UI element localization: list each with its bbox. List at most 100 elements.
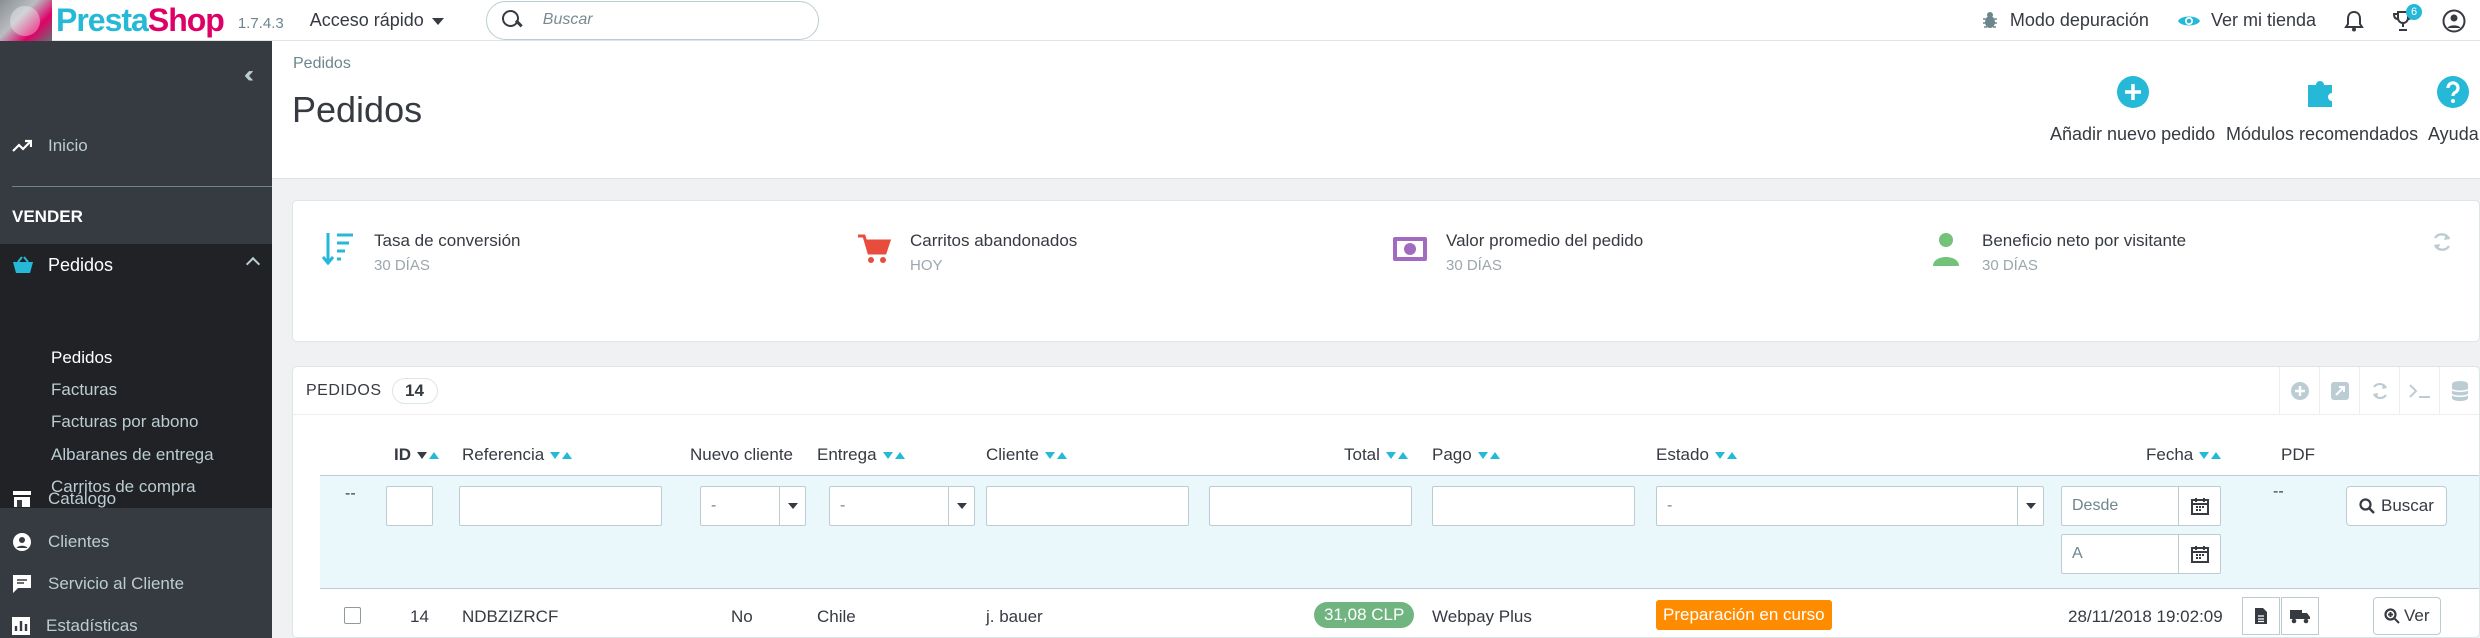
kpi-average-order[interactable]: Valor promedio del pedido 30 DÍAS bbox=[1392, 231, 1643, 274]
filter-id-input[interactable] bbox=[386, 486, 433, 526]
filter-date-from-input[interactable]: Desde bbox=[2061, 486, 2221, 526]
truck-icon bbox=[2290, 610, 2310, 624]
column-header-pdf: PDF bbox=[2281, 445, 2315, 465]
sidebar-item-catalogo[interactable]: Catálogo bbox=[0, 479, 272, 519]
status-badge[interactable]: Preparación en curso bbox=[1656, 600, 1832, 630]
refresh-list-icon[interactable] bbox=[2359, 367, 2399, 415]
sort-icon[interactable] bbox=[2199, 451, 2222, 459]
sidebar-item-label: Estadísticas bbox=[46, 616, 138, 635]
user-icon bbox=[1928, 231, 1964, 267]
filter-customer-input[interactable] bbox=[986, 486, 1189, 526]
trophy-icon[interactable]: 6 bbox=[2392, 3, 2422, 32]
submenu-item-facturas[interactable]: Facturas bbox=[51, 380, 117, 400]
account-icon[interactable] bbox=[2442, 9, 2466, 33]
search-button-label: Buscar bbox=[2381, 496, 2434, 515]
view-store-link[interactable]: Ver mi tienda bbox=[2177, 10, 2316, 31]
file-icon bbox=[2255, 608, 2267, 624]
database-icon[interactable] bbox=[2439, 367, 2479, 415]
eye-icon bbox=[2177, 13, 2201, 29]
view-order-button[interactable]: Ver bbox=[2373, 597, 2441, 635]
cell-new-customer[interactable]: No bbox=[731, 607, 753, 627]
cell-payment[interactable]: Webpay Plus bbox=[1432, 607, 1532, 627]
column-label: Pago bbox=[1432, 445, 1472, 464]
filter-reference-input[interactable] bbox=[459, 486, 662, 526]
column-header-referencia[interactable]: Referencia bbox=[462, 445, 573, 465]
kpi-abandoned-carts[interactable]: Carritos abandonados HOY bbox=[856, 231, 1077, 274]
help-icon bbox=[2436, 75, 2470, 114]
cell-customer[interactable]: j. bauer bbox=[986, 607, 1043, 627]
cell-delivery[interactable]: Chile bbox=[817, 607, 856, 627]
sidebar-item-estadisticas[interactable]: Estadísticas bbox=[0, 606, 272, 638]
export-icon[interactable] bbox=[2319, 367, 2359, 415]
terminal-icon[interactable] bbox=[2399, 367, 2439, 415]
sort-icon[interactable] bbox=[882, 451, 905, 459]
sidebar-item-pedidos[interactable]: Pedidos bbox=[0, 244, 272, 286]
sidebar-item-inicio[interactable]: Inicio bbox=[0, 126, 272, 166]
sort-icon[interactable] bbox=[1385, 451, 1408, 459]
column-header-entrega[interactable]: Entrega bbox=[817, 445, 905, 465]
orders-panel: PEDIDOS 14 ID Referencia Nuevo cliente E… bbox=[292, 366, 2480, 638]
date-from-placeholder: Desde bbox=[2072, 497, 2119, 514]
invoice-pdf-button[interactable] bbox=[2242, 597, 2280, 635]
sort-icon[interactable] bbox=[1044, 451, 1067, 459]
filter-total-input[interactable] bbox=[1209, 486, 1412, 526]
row-checkbox[interactable] bbox=[344, 607, 361, 624]
recommended-modules-button[interactable]: Módulos recomendados bbox=[2226, 75, 2418, 145]
breadcrumb[interactable]: Pedidos bbox=[293, 55, 351, 73]
submenu-item-pedidos[interactable]: Pedidos bbox=[51, 348, 112, 368]
kpi-subtitle: 30 DÍAS bbox=[374, 257, 430, 274]
search-input[interactable] bbox=[542, 11, 793, 29]
logo[interactable]: PrestaShop 1.7.4.3 bbox=[0, 0, 284, 41]
collapse-sidebar-icon[interactable]: ‹‹ bbox=[244, 61, 254, 89]
top-bar: PrestaShop 1.7.4.3 Acceso rápido Modo de… bbox=[0, 0, 2480, 41]
calendar-icon[interactable] bbox=[2178, 487, 2220, 525]
column-header-total[interactable]: Total bbox=[1344, 445, 1408, 465]
page-title: Pedidos bbox=[292, 89, 423, 130]
sidebar-item-label: Clientes bbox=[48, 532, 110, 551]
filter-payment-input[interactable] bbox=[1432, 486, 1635, 526]
sidebar-item-clientes[interactable]: Clientes bbox=[0, 522, 272, 562]
refresh-icon[interactable] bbox=[2431, 231, 2453, 258]
submenu-item-facturas-abono[interactable]: Facturas por abono bbox=[51, 412, 198, 432]
date-to-placeholder: A bbox=[2072, 545, 2083, 562]
sort-icon[interactable] bbox=[550, 451, 573, 459]
add-icon[interactable] bbox=[2279, 367, 2319, 415]
column-header-estado[interactable]: Estado bbox=[1656, 445, 1737, 465]
quick-access-dropdown[interactable]: Acceso rápido bbox=[310, 10, 444, 31]
column-header-fecha[interactable]: Fecha bbox=[2146, 445, 2222, 465]
cell-date[interactable]: 28/11/2018 19:02:09 bbox=[2068, 607, 2223, 627]
view-store-label: Ver mi tienda bbox=[2210, 10, 2316, 30]
bar-chart-icon bbox=[12, 617, 30, 635]
total-badge[interactable]: 31,08 CLP bbox=[1314, 602, 1415, 628]
debug-mode-link[interactable]: Modo depuración bbox=[1980, 10, 2149, 31]
select-value: - bbox=[840, 497, 846, 514]
cell-reference[interactable]: NDBZIZRCF bbox=[462, 607, 558, 627]
add-order-button[interactable]: Añadir nuevo pedido bbox=[2050, 75, 2215, 145]
calendar-icon[interactable] bbox=[2178, 535, 2220, 573]
bell-icon[interactable] bbox=[2344, 10, 2364, 32]
store-icon bbox=[12, 490, 32, 508]
help-button[interactable]: Ayuda bbox=[2428, 75, 2479, 145]
app-root: PrestaShop 1.7.4.3 Acceso rápido Modo de… bbox=[0, 0, 2480, 638]
filter-status-select[interactable]: - bbox=[1656, 486, 2044, 526]
sort-icon[interactable] bbox=[1714, 451, 1737, 459]
column-header-id[interactable]: ID bbox=[394, 445, 439, 465]
chevron-down-icon bbox=[948, 487, 974, 525]
search-button[interactable]: Buscar bbox=[2346, 486, 2447, 526]
delivery-slip-button[interactable] bbox=[2281, 597, 2319, 635]
column-header-cliente[interactable]: Cliente bbox=[986, 445, 1067, 465]
kpi-title: Carritos abandonados bbox=[910, 231, 1078, 250]
filter-delivery-select[interactable]: - bbox=[829, 486, 975, 526]
sidebar-item-label: Catálogo bbox=[48, 489, 117, 508]
filter-new-customer-select[interactable]: - bbox=[700, 486, 806, 526]
column-header-pago[interactable]: Pago bbox=[1432, 445, 1500, 465]
filter-date-to-input[interactable]: A bbox=[2061, 534, 2221, 574]
sort-icon[interactable] bbox=[1477, 451, 1500, 459]
sidebar-item-servicio-cliente[interactable]: Servicio al Cliente bbox=[0, 564, 272, 604]
submenu-item-albaranes[interactable]: Albaranes de entrega bbox=[51, 445, 214, 465]
sort-icon[interactable] bbox=[417, 451, 439, 459]
kpi-net-profit[interactable]: Beneficio neto por visitante 30 DÍAS bbox=[1928, 231, 2186, 274]
search-box[interactable] bbox=[485, 0, 819, 40]
kpi-conversion[interactable]: Tasa de conversión 30 DÍAS bbox=[320, 231, 520, 274]
cell-id[interactable]: 14 bbox=[410, 607, 429, 627]
